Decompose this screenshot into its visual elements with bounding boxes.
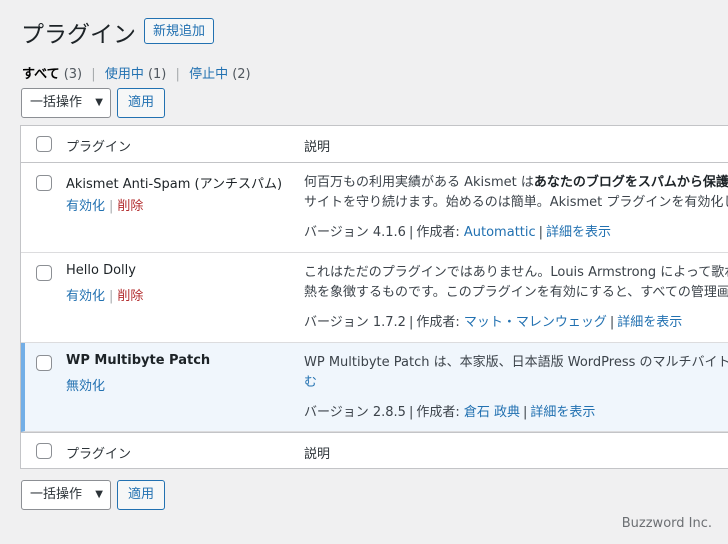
author-label: 作成者: [416,315,460,330]
apply-button-bottom[interactable]: 適用 [117,480,166,510]
description-text: む [304,375,318,390]
plugin-name: Akismet Anti-Spam (アンチスパム) [66,177,283,192]
plugin-meta: バージョン 4.1.6 | 作成者: Automattic | 詳細を表示 [304,221,611,240]
action-separator: | [109,199,114,214]
author-label: 作成者: [416,405,460,420]
description-text: WP Multibyte Patch は、本家版、日本語版 WordPress … [304,355,728,370]
plugin-name: WP Multibyte Patch [66,353,211,368]
meta-separator: | [408,315,414,330]
chevron-down-icon: ▼ [95,97,103,108]
plugin-meta: バージョン 2.8.5 | 作成者: 倉石 政典 | 詳細を表示 [304,401,595,420]
plugin-meta: バージョン 1.7.2 | 作成者: マット・マレンウェッグ | 詳細を表示 [304,311,682,330]
author-link[interactable]: 倉石 政典 [464,405,520,420]
watermark: Buzzword Inc. [621,516,712,531]
author-link[interactable]: Automattic [464,225,536,240]
meta-separator: | [523,405,528,420]
description-text: 何百万もの利用実績がある Akismet は [304,175,534,190]
column-header-description: 説明 [304,140,331,155]
view-details-link[interactable]: 詳細を表示 [530,405,595,420]
table-row: Akismet Anti-Spam (アンチスパム) 有効化 | 削除 何百万もの利… [21,163,728,253]
meta-separator: | [609,315,615,330]
plugin-version: バージョン 1.7.2 [304,315,406,330]
deactivate-link[interactable]: 無効化 [66,379,105,394]
table-row: Hello Dolly 有効化 | 削除 これはただのプラグインではありません。Lo… [21,253,728,343]
plugin-description: WP Multibyte Patch は、本家版、日本語版 WordPress … [304,353,728,393]
meta-separator: | [408,225,414,240]
page-title: プラグイン [21,22,136,48]
activate-link[interactable]: 有効化 [66,289,105,304]
plugin-description: これはただのプラグインではありません。Louis Armstrong によって歌… [304,263,728,303]
author-link[interactable]: マット・マレンウェッグ [464,315,607,330]
plugin-description: 何百万もの利用実績がある Akismet はあなたのブログをスパムから保護す サ… [304,173,728,213]
select-all-checkbox[interactable] [36,136,52,152]
row-actions: 有効化 | 削除 [66,195,143,214]
row-checkbox[interactable] [36,265,52,281]
bulk-action-select-bottom[interactable]: 一括操作 ▼ [21,480,111,510]
plugin-version: バージョン 4.1.6 [304,225,406,240]
plugin-version: バージョン 2.8.5 [304,405,406,420]
bulk-action-select[interactable]: 一括操作 ▼ [21,88,111,118]
filter-all-link[interactable]: すべて [22,67,60,82]
column-header-plugin: プラグイン [66,140,132,155]
description-text: 熱を象徴するものです。このプラグインを有効にすると、すべての管理画 [304,285,728,300]
filter-inactive-count: (2) [232,67,251,82]
description-bold-text: あなたのブログをスパムから保護す [533,175,728,190]
status-filters: すべて (3) | 使用中 (1) | 停止中 (2) [22,63,251,82]
author-label: 作成者: [416,225,460,240]
bulk-action-select-value: 一括操作 [30,487,83,502]
table-header-row: プラグイン 説明 [21,126,728,163]
bulk-actions-top: 一括操作 ▼ 適用 [21,88,166,118]
plugin-name: Hello Dolly [66,263,136,278]
description-text: サイトを守り続けます。始めるのは簡単。Akismet プラグインを有効化し [304,195,728,210]
select-all-checkbox-footer[interactable] [36,443,52,459]
column-footer-plugin: プラグイン [66,447,132,462]
apply-button[interactable]: 適用 [117,88,166,118]
add-new-button[interactable]: 新規追加 [144,18,215,44]
row-checkbox[interactable] [36,175,52,191]
table-row-active: WP Multibyte Patch 無効化 WP Multibyte Patc… [21,343,728,432]
filter-active-count: (1) [147,67,167,82]
column-footer-description: 説明 [304,447,331,462]
bulk-actions-bottom: 一括操作 ▼ 適用 [21,480,166,510]
view-details-link[interactable]: 詳細を表示 [617,315,682,330]
activate-link[interactable]: 有効化 [66,199,105,214]
row-actions: 無効化 [66,375,105,394]
filter-separator: | [91,67,96,82]
table-footer-row: プラグイン 説明 [21,432,728,469]
action-separator: | [109,289,114,304]
plugins-table: プラグイン 説明 Akismet Anti-Spam (アンチスパム) 有効化 |… [20,125,728,469]
filter-inactive-link[interactable]: 停止中 [189,67,228,82]
filter-active-link[interactable]: 使用中 [105,67,144,82]
view-details-link[interactable]: 詳細を表示 [546,225,611,240]
description-text: これはただのプラグインではありません。Louis Armstrong によって歌… [304,265,728,280]
chevron-down-icon: ▼ [95,489,103,500]
delete-link[interactable]: 削除 [117,199,143,214]
filter-separator: | [175,67,180,82]
row-actions: 有効化 | 削除 [66,285,143,304]
row-checkbox[interactable] [36,355,52,371]
delete-link[interactable]: 削除 [117,289,143,304]
meta-separator: | [538,225,544,240]
meta-separator: | [408,405,414,420]
bulk-action-select-value: 一括操作 [30,95,83,110]
filter-all-count: (3) [63,67,83,82]
